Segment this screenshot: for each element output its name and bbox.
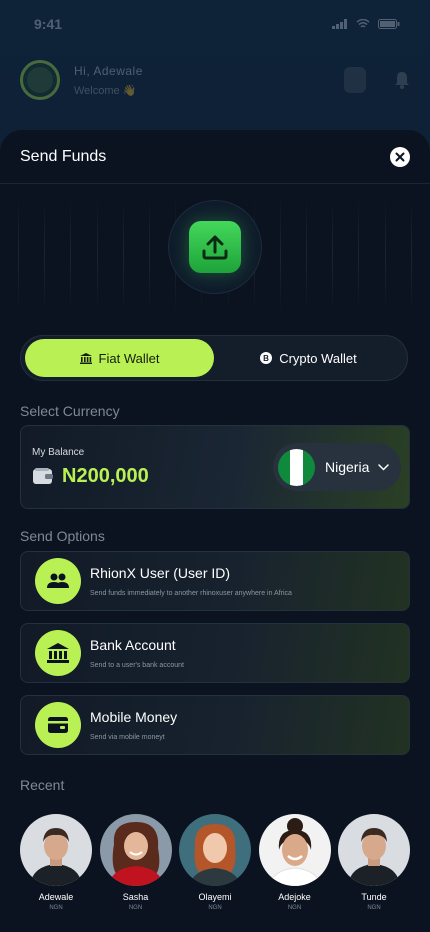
contact-currency: NGN [128,905,143,911]
contact-name: Adewale [38,892,74,902]
recent-contacts: Adewale NGN Sasha NGN Olayemi NGN Adejok… [20,814,410,911]
send-option-bank-account[interactable]: Bank Account Send to a user's bank accou… [20,623,410,683]
recent-contact[interactable]: Adejoke NGN [258,814,331,911]
background-header: Hi, Adewale Welcome 👋 [20,58,410,102]
contact-avatar [338,814,410,886]
tab-fiat-wallet[interactable]: Fiat Wallet [25,339,214,377]
nigeria-flag-icon [278,448,315,486]
bitcoin-icon: B [260,352,273,364]
send-funds-sheet: Send Funds Fiat Wallet B Crypto Wallet S… [0,130,430,932]
tab-crypto-wallet-label: Crypto Wallet [279,350,357,366]
greeting: Hi, Adewale [74,63,143,78]
balance-label: My Balance [32,447,85,458]
send-option-mobile-money[interactable]: Mobile Money Send via mobile moneyt [20,695,410,755]
select-currency-label: Select Currency [20,403,120,419]
recent-contact[interactable]: Adewale NGN [20,814,92,911]
tab-fiat-wallet-label: Fiat Wallet [98,350,160,366]
contact-avatar [20,814,92,886]
upload-badge [168,200,262,294]
tab-crypto-wallet[interactable]: B Crypto Wallet [214,339,403,377]
option-title: Mobile Money [90,709,178,725]
chevron-down-icon [378,463,389,471]
send-option-rhionx-user[interactable]: RhionX User (User ID) Send funds immedia… [20,551,410,611]
wallet-icon [33,468,53,484]
send-options-label: Send Options [20,528,105,544]
bank-icon [35,630,81,676]
balance-amount: N200,000 [62,465,149,487]
sheet-title: Send Funds [20,147,107,165]
currency-dropdown[interactable]: Nigeria [273,443,401,491]
close-icon [395,152,405,161]
sheet-header: Send Funds [0,130,430,184]
status-time: 9:41 [34,16,63,32]
wallet-icon [35,702,81,748]
wallet-toggle: Fiat Wallet B Crypto Wallet [20,335,408,381]
bank-icon [79,352,92,364]
send-hero [0,184,430,314]
users-icon [35,558,81,604]
option-subtitle: Send via mobile moneyt [90,734,165,741]
bell-icon [395,72,409,89]
currency-name: Nigeria [325,459,370,475]
contact-name: Tunde [361,892,387,902]
contact-name: Sasha [122,892,149,902]
contact-name: Olayemi [198,892,232,902]
contact-avatar [99,814,172,886]
signal-icon [332,19,347,29]
recent-contact[interactable]: Tunde NGN [338,814,410,911]
contact-currency: NGN [367,905,381,911]
contact-currency: NGN [49,905,63,911]
close-button[interactable] [390,146,410,167]
clipboard-icon [344,67,366,93]
recent-label: Recent [20,777,65,793]
svg-text:B: B [263,354,269,363]
avatar [20,60,60,100]
recent-contact[interactable]: Sasha NGN [99,814,172,911]
contact-avatar [179,814,251,886]
option-subtitle: Send funds immediately to another rhinox… [90,590,292,597]
option-subtitle: Send to a user's bank account [90,662,184,669]
contact-currency: NGN [208,905,222,911]
recent-contact[interactable]: Olayemi NGN [179,814,251,911]
contact-name: Adejoke [278,892,311,902]
status-bar: 9:41 [34,14,400,34]
balance-card: My Balance N200,000 Nigeria [20,425,410,509]
contact-avatar [258,814,331,886]
option-title: Bank Account [90,637,176,653]
greeting-subtitle: Welcome 👋 [74,84,137,97]
status-icons [332,19,400,29]
wifi-icon [356,19,370,28]
battery-icon [378,19,400,29]
option-title: RhionX User (User ID) [90,565,231,581]
contact-currency: NGN [287,905,302,911]
upload-icon [189,221,241,273]
